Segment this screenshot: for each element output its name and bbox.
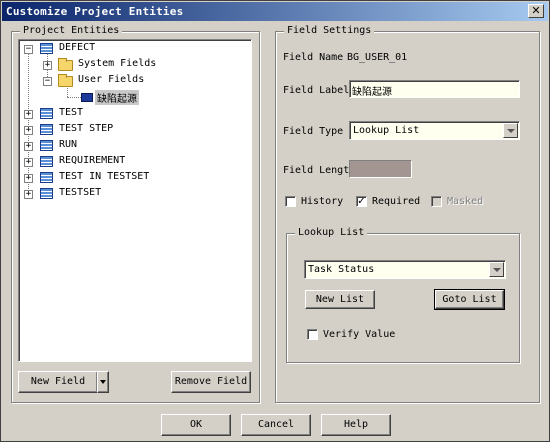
expand-icon[interactable]: + — [24, 158, 33, 167]
entity-tree[interactable]: − DEFECT + System Fields − User Fields 缺… — [18, 39, 252, 362]
tree-item-test[interactable]: + TEST — [19, 107, 219, 121]
field-name-label: Field Name — [283, 52, 344, 63]
field-label-label: Field Label — [283, 85, 350, 96]
expand-icon[interactable]: + — [24, 110, 33, 119]
expand-icon[interactable]: + — [24, 190, 33, 199]
help-button[interactable]: Help — [321, 414, 391, 436]
tree-item-label: TEST IN TESTSET — [59, 171, 150, 182]
tree-item-label: TESTSET — [59, 187, 102, 198]
close-button[interactable]: ✕ — [528, 4, 544, 18]
window-title: Customize Project Entities — [6, 5, 184, 18]
tree-item-requirement[interactable]: + REQUIREMENT — [19, 155, 219, 169]
tree-item-test-step[interactable]: + TEST STEP — [19, 123, 219, 137]
field-label-input[interactable]: 缺陷起源 — [349, 80, 520, 98]
remove-field-button[interactable]: Remove Field — [171, 371, 251, 393]
history-label: History — [301, 196, 344, 207]
tree-item-label: User Fields — [78, 74, 145, 85]
folder-open-icon — [58, 74, 73, 87]
tree-item-user-fields[interactable]: − User Fields — [19, 74, 219, 88]
goto-list-button[interactable]: Goto List — [434, 289, 505, 310]
table-icon — [40, 43, 53, 54]
collapse-icon[interactable]: − — [24, 45, 33, 54]
tree-item-label: TEST STEP — [59, 123, 114, 134]
lookup-list-value: Task Status — [308, 264, 375, 275]
folder-icon — [58, 58, 73, 71]
table-icon — [40, 124, 53, 135]
project-entities-label: Project Entities — [20, 25, 123, 36]
tree-item-label: 缺陷起源 — [95, 90, 139, 105]
field-length-input — [349, 160, 412, 178]
tree-item-test-in-testset[interactable]: + TEST IN TESTSET — [19, 171, 219, 185]
field-type-label: Field Type — [283, 126, 344, 137]
field-settings-label: Field Settings — [284, 25, 375, 36]
tree-item-testset[interactable]: + TESTSET — [19, 187, 219, 201]
tree-item-label: RUN — [59, 139, 78, 150]
new-field-button[interactable]: New Field — [18, 371, 98, 393]
cancel-button[interactable]: Cancel — [241, 414, 311, 436]
verify-value-checkbox[interactable] — [307, 329, 318, 340]
field-icon — [81, 93, 93, 102]
expand-icon[interactable]: + — [24, 126, 33, 135]
tree-item-run[interactable]: + RUN — [19, 139, 219, 153]
tree-item-defect[interactable]: − DEFECT — [19, 42, 219, 56]
lookup-list-select[interactable]: Task Status — [304, 260, 506, 279]
table-icon — [40, 140, 53, 151]
masked-checkbox — [431, 196, 442, 207]
new-field-dropdown-button[interactable] — [97, 371, 109, 393]
tree-item-label: TEST — [59, 107, 84, 118]
chevron-down-icon[interactable] — [489, 262, 504, 277]
field-type-value: Lookup List — [353, 125, 420, 136]
tree-item-label: System Fields — [78, 58, 157, 69]
tree-item-user-field-selected[interactable]: 缺陷起源 — [19, 90, 219, 105]
table-icon — [40, 172, 53, 183]
dropdown-arrow-icon — [100, 380, 106, 384]
tree-item-label: REQUIREMENT — [59, 155, 126, 166]
history-checkbox[interactable] — [285, 196, 296, 207]
required-checkbox[interactable]: ✓ — [356, 196, 367, 207]
new-list-button[interactable]: New List — [305, 290, 375, 309]
chevron-down-icon[interactable] — [503, 123, 518, 138]
expand-icon[interactable]: + — [24, 142, 33, 151]
verify-value-label: Verify Value — [323, 329, 396, 340]
collapse-icon[interactable]: − — [43, 77, 52, 86]
tree-item-label: DEFECT — [59, 42, 96, 53]
field-type-select[interactable]: Lookup List — [349, 121, 520, 140]
expand-icon[interactable]: + — [24, 174, 33, 183]
expand-icon[interactable]: + — [43, 61, 52, 70]
required-label: Required — [372, 196, 421, 207]
table-icon — [40, 188, 53, 199]
table-icon — [40, 156, 53, 167]
ok-button[interactable]: OK — [161, 414, 231, 436]
table-icon — [40, 108, 53, 119]
lookup-list-label: Lookup List — [295, 227, 368, 238]
tree-item-system-fields[interactable]: + System Fields — [19, 58, 219, 72]
customize-dialog: Customize Project Entities ✕ Project Ent… — [0, 0, 550, 442]
title-bar[interactable]: Customize Project Entities ✕ — [2, 2, 548, 21]
field-length-label: Field Lengt — [283, 165, 349, 176]
masked-label: Masked — [447, 196, 484, 207]
field-name-value: BG_USER_01 — [347, 52, 408, 63]
